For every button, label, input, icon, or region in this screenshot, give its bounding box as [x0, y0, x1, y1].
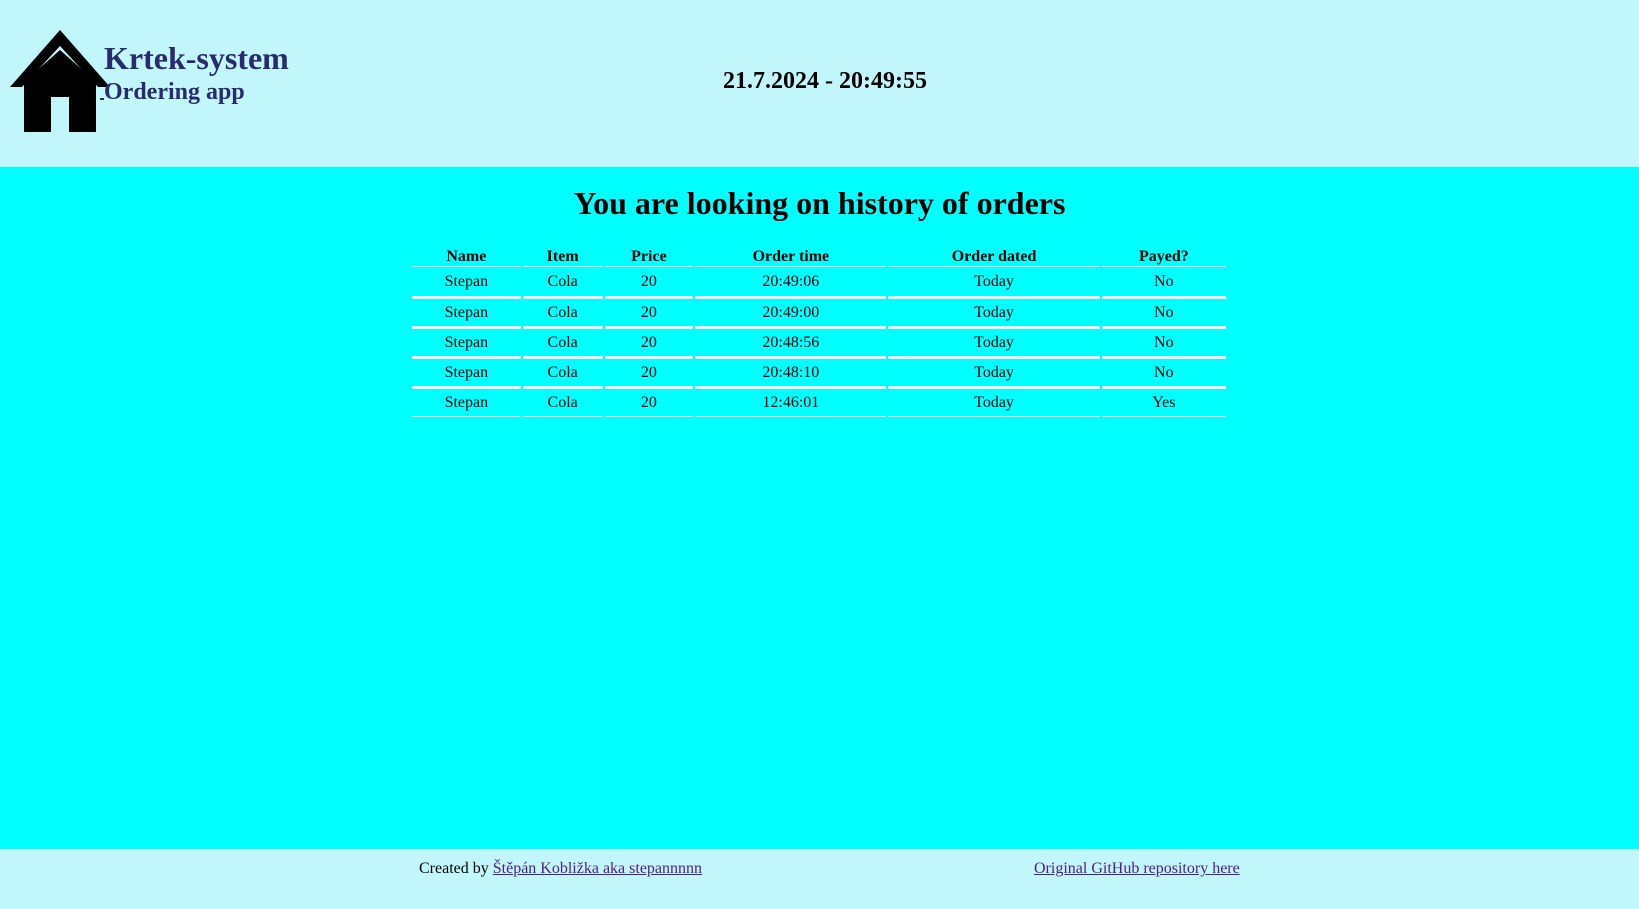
- table-row: Stepan Cola 20 12:46:01 Today Yes: [412, 387, 1226, 417]
- cell-order-dated: Today: [888, 327, 1100, 357]
- created-by-label: Created by: [419, 860, 493, 877]
- table-row: Stepan Cola 20 20:49:00 Today No: [412, 297, 1226, 327]
- cell-payed: Yes: [1101, 387, 1226, 417]
- house-icon: [10, 30, 110, 132]
- cell-name: Stepan: [412, 327, 521, 357]
- table-header-row: Name Item Price Order time Order dated P…: [412, 244, 1226, 267]
- current-datetime: 21.7.2024 - 20:49:55: [723, 68, 927, 94]
- table-row: Stepan Cola 20 20:49:06 Today No: [412, 267, 1226, 297]
- orders-history-table: Name Item Price Order time Order dated P…: [410, 244, 1228, 417]
- page-title: You are looking on history of orders: [573, 185, 1066, 221]
- column-header-price: Price: [604, 244, 694, 267]
- footer-bar: Created by Štěpán Kobližka aka stepannnn…: [0, 849, 1639, 909]
- cell-name: Stepan: [412, 297, 521, 327]
- cell-order-time: 20:49:00: [695, 297, 887, 327]
- column-header-order-time: Order time: [695, 244, 887, 267]
- table-row: Stepan Cola 20 20:48:56 Today No: [412, 327, 1226, 357]
- column-header-order-dated: Order dated: [888, 244, 1100, 267]
- cell-order-dated: Today: [888, 387, 1100, 417]
- cell-order-time: 20:48:10: [695, 357, 887, 387]
- cell-order-time: 12:46:01: [695, 387, 887, 417]
- author-link[interactable]: Štěpán Kobližka aka stepannnnn: [493, 860, 702, 877]
- cell-item: Cola: [522, 267, 603, 297]
- table-row: Stepan Cola 20 20:48:10 Today No: [412, 357, 1226, 387]
- cell-order-time: 20:48:56: [695, 327, 887, 357]
- cell-item: Cola: [522, 327, 603, 357]
- cell-item: Cola: [522, 357, 603, 387]
- header-bar: Krtek-system Ordering app 21.7.2024 - 20…: [0, 0, 1639, 167]
- brand-title: Krtek-system: [104, 40, 289, 76]
- cell-order-dated: Today: [888, 297, 1100, 327]
- cell-name: Stepan: [412, 357, 521, 387]
- cell-payed: No: [1101, 297, 1226, 327]
- cell-price: 20: [604, 387, 694, 417]
- cell-name: Stepan: [412, 267, 521, 297]
- cell-price: 20: [604, 357, 694, 387]
- column-header-payed: Payed?: [1101, 244, 1226, 267]
- cell-item: Cola: [522, 387, 603, 417]
- cell-payed: No: [1101, 327, 1226, 357]
- column-header-name: Name: [412, 244, 521, 267]
- footer-credit: Created by Štěpán Kobližka aka stepannnn…: [419, 860, 702, 878]
- main-content: You are looking on history of orders Nam…: [0, 167, 1639, 849]
- column-header-item: Item: [522, 244, 603, 267]
- cell-price: 20: [604, 327, 694, 357]
- cell-payed: No: [1101, 357, 1226, 387]
- cell-order-dated: Today: [888, 357, 1100, 387]
- cell-payed: No: [1101, 267, 1226, 297]
- cell-price: 20: [604, 297, 694, 327]
- cell-order-time: 20:49:06: [695, 267, 887, 297]
- cell-item: Cola: [522, 297, 603, 327]
- brand-subtitle: Ordering app: [104, 79, 245, 105]
- github-repo-link[interactable]: Original GitHub repository here: [1034, 860, 1240, 878]
- cell-name: Stepan: [412, 387, 521, 417]
- cell-order-dated: Today: [888, 267, 1100, 297]
- cell-price: 20: [604, 267, 694, 297]
